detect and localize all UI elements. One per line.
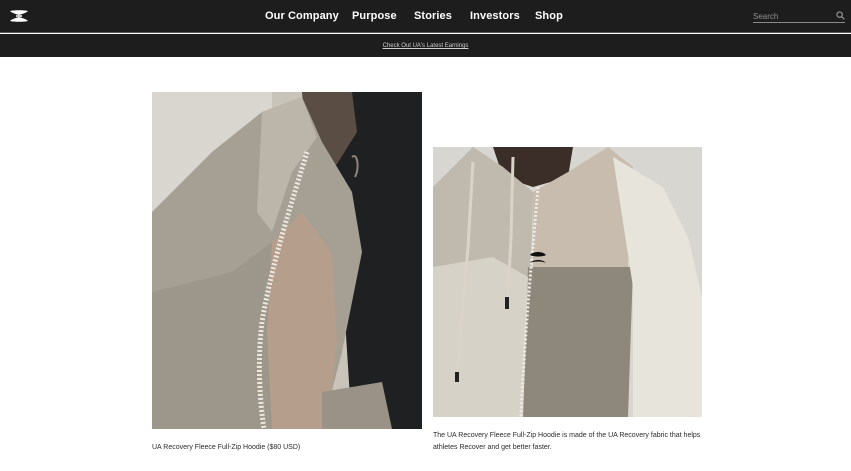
promo-banner: Check Out UA's Latest Earnings [0,34,851,57]
hoodie-front-illustration [433,147,702,417]
nav-investors[interactable]: Investors [470,10,520,22]
main-nav: Our Company Purpose Stories Investors Sh… [0,0,851,33]
image-caption-left: UA Recovery Fleece Full-Zip Hoodie ($80 … [152,444,301,451]
hoodie-front-image [433,147,702,417]
nav-purpose[interactable]: Purpose [352,10,397,22]
hoodie-closeup-illustration [152,92,422,429]
hoodie-closeup-image [152,92,422,429]
search-icon[interactable] [836,11,845,20]
search-box [753,10,845,23]
search-input[interactable] [753,10,833,22]
nav-stories[interactable]: Stories [414,10,452,22]
nav-shop[interactable]: Shop [535,10,563,22]
nav-our-company[interactable]: Our Company [265,10,339,22]
earnings-link[interactable]: Check Out UA's Latest Earnings [383,43,469,49]
image-caption-right: The UA Recovery Fleece Full-Zip Hoodie i… [433,432,701,451]
top-navigation: Our Company Purpose Stories Investors Sh… [0,0,851,33]
